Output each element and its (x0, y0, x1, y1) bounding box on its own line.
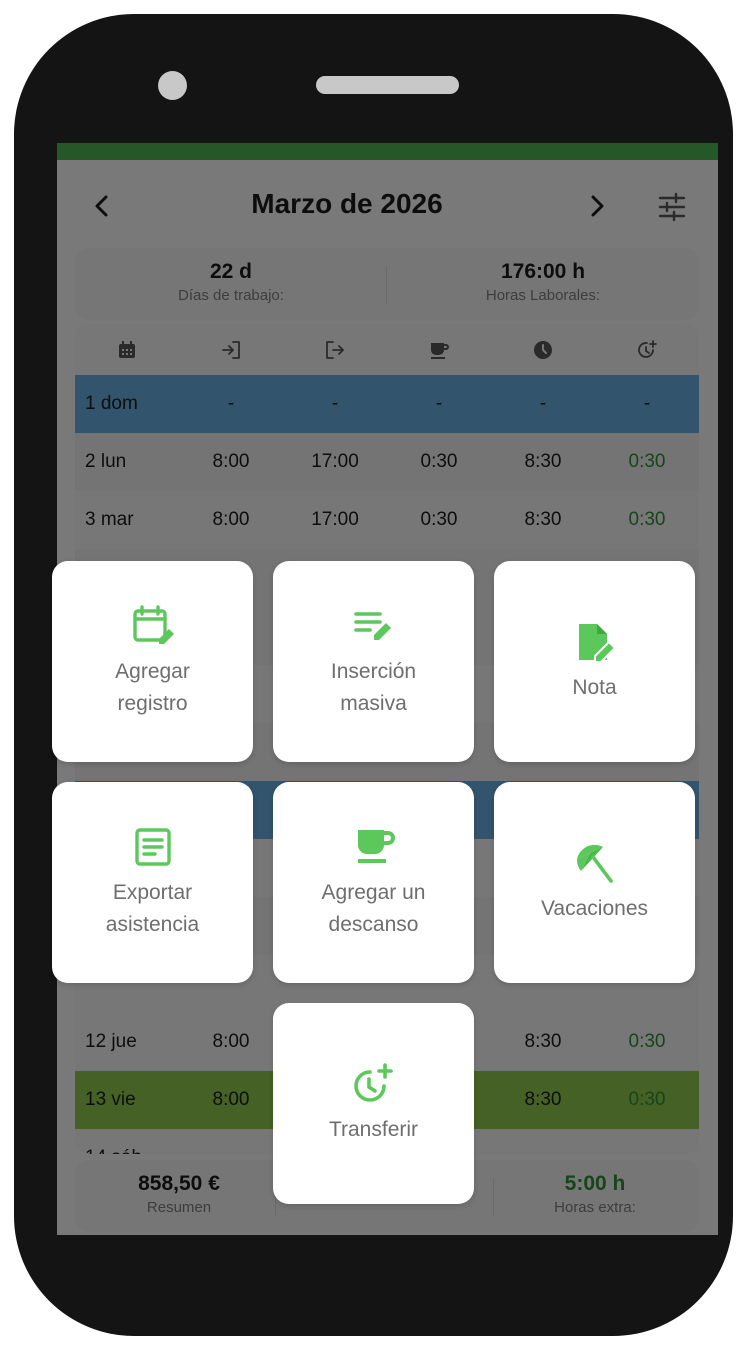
add-record-label: Agregar registro (115, 659, 190, 715)
vacations-label: Vacaciones (540, 896, 648, 920)
note-label: Nota (572, 675, 617, 699)
clock-plus-icon (352, 1062, 396, 1106)
front-camera (158, 71, 187, 100)
add-break-label: Agregar un descanso (321, 880, 426, 936)
document-icon (131, 825, 175, 869)
beach-umbrella-icon (573, 841, 617, 885)
speaker-grille (316, 76, 459, 94)
bulk-insert-button[interactable]: Inserción masiva (273, 561, 474, 762)
add-break-button[interactable]: Agregar un descanso (273, 782, 474, 983)
transfer-label: Transferir (328, 1117, 419, 1141)
note-edit-icon (573, 620, 617, 664)
note-button[interactable]: Nota (494, 561, 695, 762)
vacations-button[interactable]: Vacaciones (494, 782, 695, 983)
calendar-edit-icon (131, 604, 175, 648)
export-attendance-button[interactable]: Exportar asistencia (52, 782, 253, 983)
transfer-button[interactable]: Transferir (273, 1003, 474, 1204)
bulk-insert-label: Inserción masiva (330, 659, 417, 715)
coffee-icon (352, 825, 396, 869)
add-record-button[interactable]: Agregar registro (52, 561, 253, 762)
export-attendance-label: Exportar asistencia (105, 880, 200, 936)
list-edit-icon (352, 604, 396, 648)
